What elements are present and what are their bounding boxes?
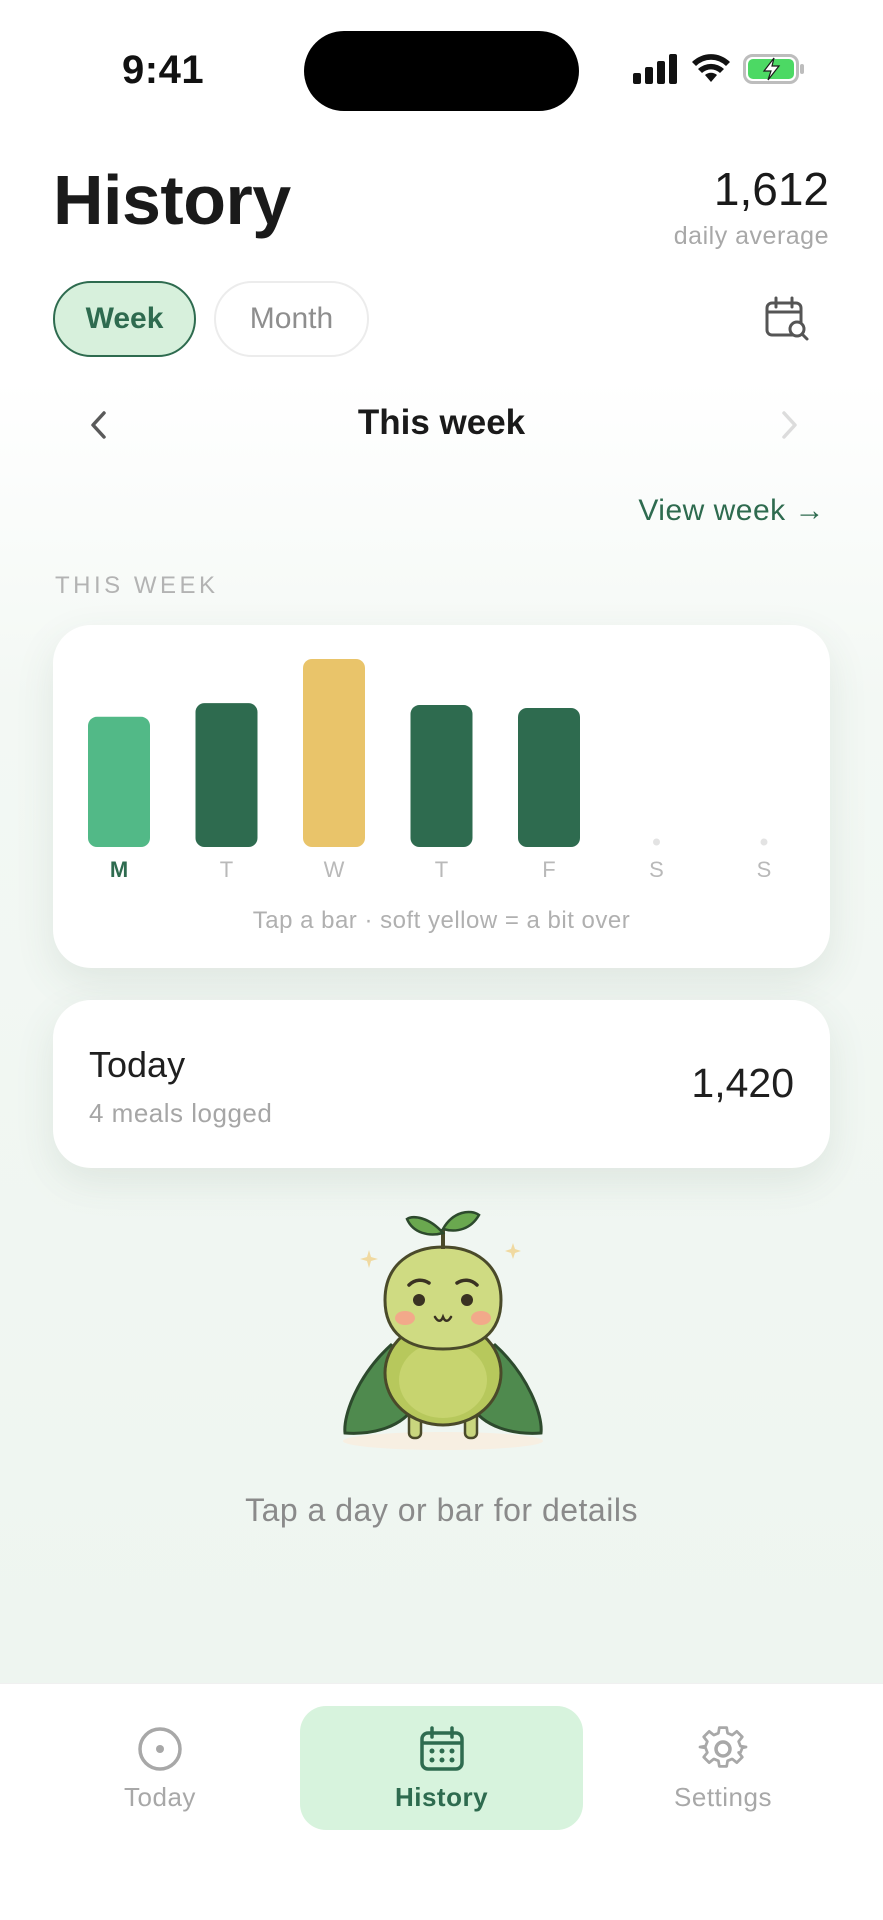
chevron-right-icon[interactable] bbox=[768, 405, 808, 445]
chart-tick-label-2: W bbox=[324, 857, 345, 882]
tab-today-label: Today bbox=[124, 1782, 196, 1812]
daily-average-value: 1,612 bbox=[713, 163, 829, 215]
dynamic-island bbox=[304, 31, 579, 111]
battery-charging-icon bbox=[743, 54, 804, 84]
status-icons bbox=[633, 54, 805, 84]
tab-settings-label: Settings bbox=[674, 1782, 772, 1812]
signal-icon bbox=[633, 54, 677, 84]
chart-bar-0[interactable] bbox=[88, 716, 150, 847]
status-bar: 9:41 bbox=[0, 0, 883, 130]
chart-tick-label-6: S bbox=[757, 857, 772, 882]
sprout-mascot-illustration bbox=[343, 1210, 543, 1450]
bottom-tab-bar: Today History Settings bbox=[0, 1683, 883, 1920]
wifi-icon bbox=[692, 54, 730, 82]
chart-empty-dot-5[interactable] bbox=[653, 838, 660, 846]
gear-icon bbox=[698, 1726, 748, 1768]
circle-dot-icon bbox=[138, 1727, 182, 1771]
page-title: History bbox=[53, 161, 291, 239]
tab-history[interactable]: History bbox=[300, 1706, 583, 1830]
chart-bar-2[interactable] bbox=[303, 659, 365, 847]
section-label: THIS WEEK bbox=[55, 572, 219, 599]
today-card-value: 1,420 bbox=[691, 1060, 794, 1106]
today-summary-card[interactable]: Today 4 meals logged 1,420 bbox=[53, 1000, 830, 1168]
daily-average-label: daily average bbox=[673, 222, 829, 250]
chart-bar-4[interactable] bbox=[518, 707, 580, 847]
today-card-title: Today bbox=[89, 1044, 186, 1085]
tab-settings[interactable]: Settings bbox=[623, 1706, 823, 1830]
month-toggle-button[interactable]: Month bbox=[214, 281, 369, 357]
chart-tick-label-3: T bbox=[435, 857, 448, 882]
week-title: This week bbox=[357, 403, 526, 442]
chart-tick-label-4: F bbox=[542, 857, 555, 882]
chart-tick-label-1: T bbox=[220, 857, 233, 882]
empty-state-hint: Tap a day or bar for details bbox=[245, 1492, 638, 1528]
chart-tick-label-0: M bbox=[110, 857, 128, 882]
view-week-link[interactable]: View week → bbox=[638, 494, 825, 528]
today-card-subtitle: 4 meals logged bbox=[89, 1098, 273, 1128]
chart-tick-label-5: S bbox=[649, 857, 664, 882]
tab-history-label: History bbox=[394, 1782, 489, 1812]
status-time: 9:41 bbox=[122, 48, 205, 92]
chart-hint: Tap a bar · soft yellow = a bit over bbox=[252, 907, 631, 934]
calendar-icon bbox=[419, 1726, 464, 1771]
chart-empty-dot-6[interactable] bbox=[760, 838, 768, 846]
tab-today[interactable]: Today bbox=[60, 1706, 260, 1830]
weekly-chart-card: M T W T F S S Tap a bar · soft yellow = a bit … bbox=[53, 625, 830, 968]
chart-bar-1[interactable] bbox=[195, 703, 258, 847]
calendar-search-icon[interactable] bbox=[764, 296, 810, 342]
week-toggle-button[interactable]: Week bbox=[53, 281, 196, 357]
chart-bar-3[interactable] bbox=[410, 705, 473, 847]
week-navigation: This week bbox=[0, 395, 883, 455]
